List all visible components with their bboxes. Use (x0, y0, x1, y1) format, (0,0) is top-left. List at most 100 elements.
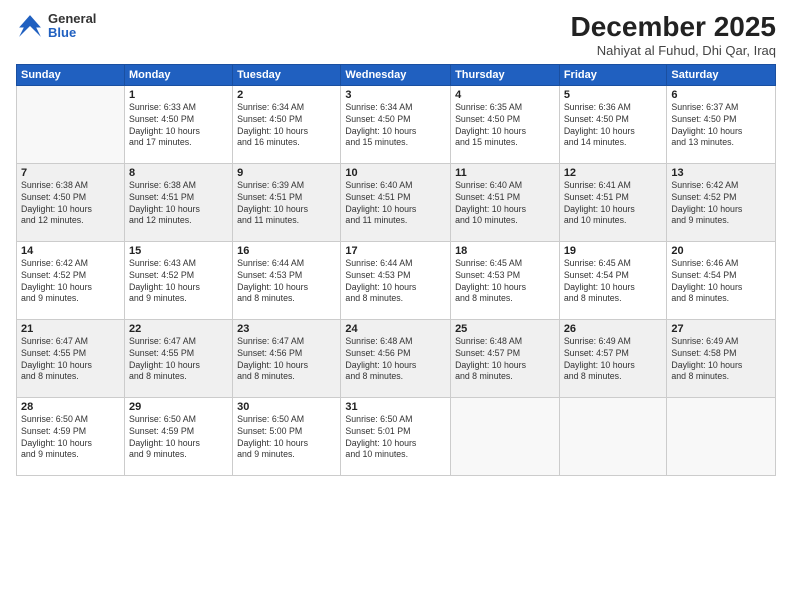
header: General Blue December 2025 Nahiyat al Fu… (16, 12, 776, 58)
calendar-cell: 15Sunrise: 6:43 AMSunset: 4:52 PMDayligh… (124, 241, 232, 319)
day-info: Sunrise: 6:45 AMSunset: 4:54 PMDaylight:… (564, 258, 663, 306)
month-title: December 2025 (571, 12, 776, 43)
calendar-cell (451, 397, 560, 475)
day-info: Sunrise: 6:48 AMSunset: 4:56 PMDaylight:… (345, 336, 446, 384)
day-info: Sunrise: 6:44 AMSunset: 4:53 PMDaylight:… (345, 258, 446, 306)
day-number: 12 (564, 167, 663, 179)
day-number: 25 (455, 323, 555, 335)
calendar-cell: 24Sunrise: 6:48 AMSunset: 4:56 PMDayligh… (341, 319, 451, 397)
day-info: Sunrise: 6:45 AMSunset: 4:53 PMDaylight:… (455, 258, 555, 306)
calendar-cell (559, 397, 667, 475)
logo-general-text: General (48, 12, 96, 26)
calendar-cell: 7Sunrise: 6:38 AMSunset: 4:50 PMDaylight… (17, 163, 125, 241)
week-row-3: 14Sunrise: 6:42 AMSunset: 4:52 PMDayligh… (17, 241, 776, 319)
calendar-cell: 29Sunrise: 6:50 AMSunset: 4:59 PMDayligh… (124, 397, 232, 475)
calendar-cell: 23Sunrise: 6:47 AMSunset: 4:56 PMDayligh… (233, 319, 341, 397)
calendar-cell: 26Sunrise: 6:49 AMSunset: 4:57 PMDayligh… (559, 319, 667, 397)
calendar-cell: 5Sunrise: 6:36 AMSunset: 4:50 PMDaylight… (559, 85, 667, 163)
weekday-header-wednesday: Wednesday (341, 64, 451, 85)
day-info: Sunrise: 6:50 AMSunset: 4:59 PMDaylight:… (21, 414, 120, 462)
logo-text: General Blue (48, 12, 96, 41)
day-number: 16 (237, 245, 336, 257)
week-row-4: 21Sunrise: 6:47 AMSunset: 4:55 PMDayligh… (17, 319, 776, 397)
day-info: Sunrise: 6:48 AMSunset: 4:57 PMDaylight:… (455, 336, 555, 384)
calendar-cell: 20Sunrise: 6:46 AMSunset: 4:54 PMDayligh… (667, 241, 776, 319)
calendar-cell: 21Sunrise: 6:47 AMSunset: 4:55 PMDayligh… (17, 319, 125, 397)
day-info: Sunrise: 6:37 AMSunset: 4:50 PMDaylight:… (671, 102, 771, 150)
day-info: Sunrise: 6:36 AMSunset: 4:50 PMDaylight:… (564, 102, 663, 150)
week-row-1: 1Sunrise: 6:33 AMSunset: 4:50 PMDaylight… (17, 85, 776, 163)
day-number: 1 (129, 89, 228, 101)
day-info: Sunrise: 6:46 AMSunset: 4:54 PMDaylight:… (671, 258, 771, 306)
day-number: 2 (237, 89, 336, 101)
calendar-cell: 11Sunrise: 6:40 AMSunset: 4:51 PMDayligh… (451, 163, 560, 241)
day-number: 20 (671, 245, 771, 257)
calendar-table: SundayMondayTuesdayWednesdayThursdayFrid… (16, 64, 776, 476)
day-info: Sunrise: 6:49 AMSunset: 4:57 PMDaylight:… (564, 336, 663, 384)
day-number: 27 (671, 323, 771, 335)
calendar-cell (667, 397, 776, 475)
day-number: 4 (455, 89, 555, 101)
day-number: 15 (129, 245, 228, 257)
day-info: Sunrise: 6:34 AMSunset: 4:50 PMDaylight:… (345, 102, 446, 150)
day-number: 10 (345, 167, 446, 179)
calendar-cell: 31Sunrise: 6:50 AMSunset: 5:01 PMDayligh… (341, 397, 451, 475)
day-info: Sunrise: 6:47 AMSunset: 4:55 PMDaylight:… (21, 336, 120, 384)
weekday-header-thursday: Thursday (451, 64, 560, 85)
calendar-cell: 14Sunrise: 6:42 AMSunset: 4:52 PMDayligh… (17, 241, 125, 319)
day-info: Sunrise: 6:42 AMSunset: 4:52 PMDaylight:… (671, 180, 771, 228)
day-info: Sunrise: 6:49 AMSunset: 4:58 PMDaylight:… (671, 336, 771, 384)
day-info: Sunrise: 6:41 AMSunset: 4:51 PMDaylight:… (564, 180, 663, 228)
day-info: Sunrise: 6:44 AMSunset: 4:53 PMDaylight:… (237, 258, 336, 306)
day-number: 30 (237, 401, 336, 413)
day-number: 8 (129, 167, 228, 179)
logo: General Blue (16, 12, 96, 41)
day-number: 21 (21, 323, 120, 335)
calendar-cell: 3Sunrise: 6:34 AMSunset: 4:50 PMDaylight… (341, 85, 451, 163)
calendar-cell: 12Sunrise: 6:41 AMSunset: 4:51 PMDayligh… (559, 163, 667, 241)
day-number: 6 (671, 89, 771, 101)
day-info: Sunrise: 6:38 AMSunset: 4:50 PMDaylight:… (21, 180, 120, 228)
day-info: Sunrise: 6:43 AMSunset: 4:52 PMDaylight:… (129, 258, 228, 306)
day-number: 11 (455, 167, 555, 179)
day-number: 3 (345, 89, 446, 101)
calendar-cell: 6Sunrise: 6:37 AMSunset: 4:50 PMDaylight… (667, 85, 776, 163)
day-info: Sunrise: 6:35 AMSunset: 4:50 PMDaylight:… (455, 102, 555, 150)
week-row-2: 7Sunrise: 6:38 AMSunset: 4:50 PMDaylight… (17, 163, 776, 241)
weekday-header-tuesday: Tuesday (233, 64, 341, 85)
calendar-cell: 13Sunrise: 6:42 AMSunset: 4:52 PMDayligh… (667, 163, 776, 241)
day-number: 29 (129, 401, 228, 413)
calendar-cell: 9Sunrise: 6:39 AMSunset: 4:51 PMDaylight… (233, 163, 341, 241)
page: General Blue December 2025 Nahiyat al Fu… (0, 0, 792, 612)
day-info: Sunrise: 6:50 AMSunset: 5:01 PMDaylight:… (345, 414, 446, 462)
day-info: Sunrise: 6:39 AMSunset: 4:51 PMDaylight:… (237, 180, 336, 228)
logo-blue-text: Blue (48, 26, 96, 40)
day-info: Sunrise: 6:47 AMSunset: 4:56 PMDaylight:… (237, 336, 336, 384)
day-info: Sunrise: 6:47 AMSunset: 4:55 PMDaylight:… (129, 336, 228, 384)
title-block: December 2025 Nahiyat al Fuhud, Dhi Qar,… (571, 12, 776, 58)
calendar-cell: 22Sunrise: 6:47 AMSunset: 4:55 PMDayligh… (124, 319, 232, 397)
weekday-header-saturday: Saturday (667, 64, 776, 85)
calendar-cell: 28Sunrise: 6:50 AMSunset: 4:59 PMDayligh… (17, 397, 125, 475)
day-number: 28 (21, 401, 120, 413)
calendar-cell: 16Sunrise: 6:44 AMSunset: 4:53 PMDayligh… (233, 241, 341, 319)
day-info: Sunrise: 6:50 AMSunset: 4:59 PMDaylight:… (129, 414, 228, 462)
day-number: 23 (237, 323, 336, 335)
day-number: 13 (671, 167, 771, 179)
calendar-cell (17, 85, 125, 163)
calendar-cell: 19Sunrise: 6:45 AMSunset: 4:54 PMDayligh… (559, 241, 667, 319)
day-info: Sunrise: 6:42 AMSunset: 4:52 PMDaylight:… (21, 258, 120, 306)
calendar-cell: 10Sunrise: 6:40 AMSunset: 4:51 PMDayligh… (341, 163, 451, 241)
calendar-cell: 18Sunrise: 6:45 AMSunset: 4:53 PMDayligh… (451, 241, 560, 319)
day-info: Sunrise: 6:34 AMSunset: 4:50 PMDaylight:… (237, 102, 336, 150)
day-number: 26 (564, 323, 663, 335)
day-number: 7 (21, 167, 120, 179)
location-title: Nahiyat al Fuhud, Dhi Qar, Iraq (571, 43, 776, 58)
day-number: 22 (129, 323, 228, 335)
day-info: Sunrise: 6:38 AMSunset: 4:51 PMDaylight:… (129, 180, 228, 228)
day-number: 17 (345, 245, 446, 257)
calendar-cell: 17Sunrise: 6:44 AMSunset: 4:53 PMDayligh… (341, 241, 451, 319)
logo-icon (16, 12, 44, 40)
day-info: Sunrise: 6:50 AMSunset: 5:00 PMDaylight:… (237, 414, 336, 462)
day-info: Sunrise: 6:40 AMSunset: 4:51 PMDaylight:… (345, 180, 446, 228)
